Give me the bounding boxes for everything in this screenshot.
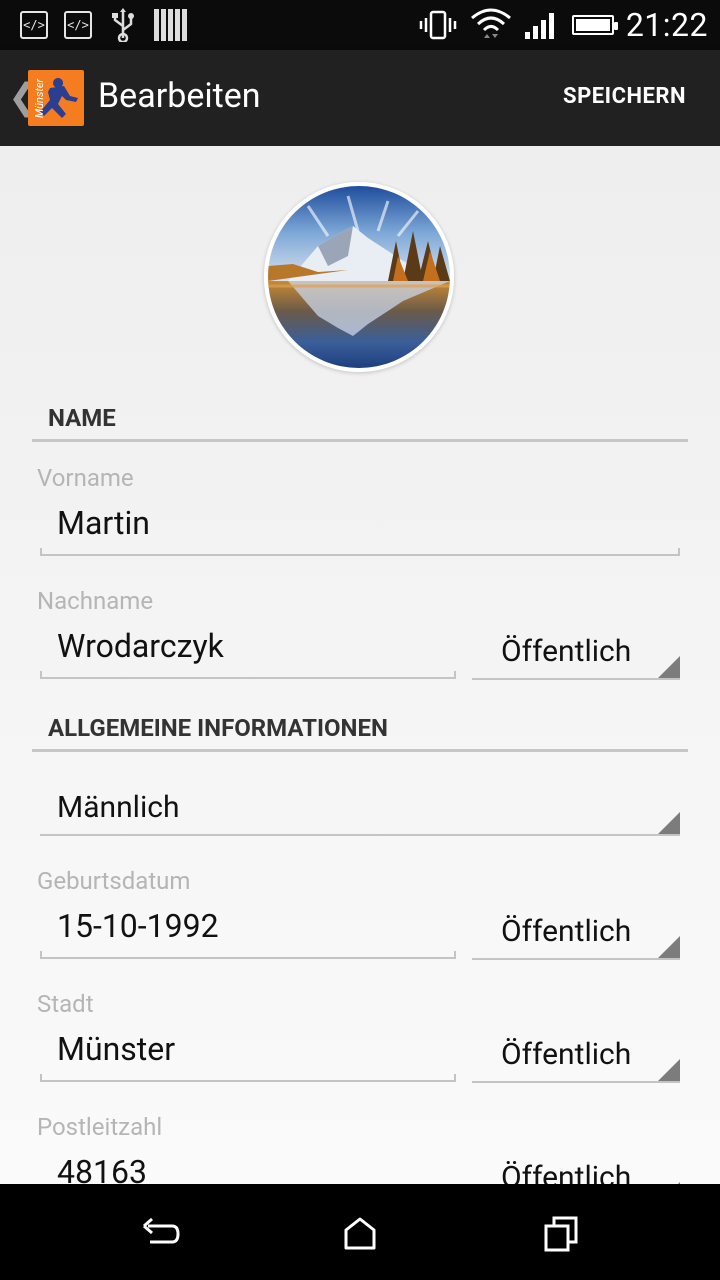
zip-visibility-value: Öffentlich [501,1160,632,1184]
gender-spinner[interactable]: Männlich [40,784,680,836]
landscape-photo [268,186,450,368]
last-name-visibility-value: Öffentlich [501,634,632,669]
zip-visibility-spinner[interactable]: Öffentlich [472,1154,680,1184]
dropdown-triangle-icon [658,1059,680,1081]
logo-text: Münster [33,78,47,119]
status-left-icons: </> </> [20,8,187,42]
profile-avatar[interactable] [264,182,454,372]
dropdown-triangle-icon [658,936,680,958]
code-icon: </> [64,11,92,39]
app-logo[interactable]: Münster [28,70,84,126]
city-input[interactable]: Münster [40,1030,456,1082]
dropdown-triangle-icon [658,656,680,678]
first-name-label: Vorname [37,464,134,492]
barcode-icon [154,9,187,41]
navigation-bar [0,1184,720,1280]
page-title: Bearbeiten [98,76,261,116]
clock: 21:22 [625,6,708,44]
home-icon[interactable] [340,1214,380,1254]
status-right-icons: 21:22 [418,6,708,44]
birthdate-visibility-spinner[interactable]: Öffentlich [472,908,680,960]
birthdate-label: Geburtsdatum [37,867,191,895]
signal-icon [524,13,554,39]
recent-apps-icon[interactable] [542,1214,582,1254]
last-name-input[interactable]: Wrodarczyk [40,627,456,679]
section-header-name: NAME [32,404,688,442]
save-button[interactable]: SPEICHERN [563,84,686,109]
birthdate-input[interactable]: 15-10-1992 [40,907,456,959]
last-name-label: Nachname [37,587,154,615]
last-name-visibility-spinner[interactable]: Öffentlich [472,628,680,680]
gender-value: Männlich [57,790,180,825]
zip-label: Postleitzahl [37,1113,163,1141]
app-bar: ❮ Münster Bearbeiten SPEICHERN [0,50,720,146]
city-visibility-spinner[interactable]: Öffentlich [472,1031,680,1083]
vibrate-icon [419,10,457,40]
wifi-icon [470,8,511,38]
zip-input[interactable]: 48163 [40,1153,456,1184]
dropdown-triangle-icon [658,812,680,834]
city-label: Stadt [37,990,94,1018]
battery-icon [571,15,618,35]
city-visibility-value: Öffentlich [501,1037,632,1072]
birthdate-visibility-value: Öffentlich [501,914,632,949]
status-bar: </> </> 21:22 [0,0,720,50]
back-icon[interactable] [140,1214,180,1254]
profile-edit-form: NAME Vorname Martin Nachname Wrodarczyk … [0,146,720,1184]
first-name-input[interactable]: Martin [40,504,680,556]
section-header-general: ALLGEMEINE INFORMATIONEN [32,714,688,752]
code-icon: </> [20,11,48,39]
usb-icon [112,8,134,42]
